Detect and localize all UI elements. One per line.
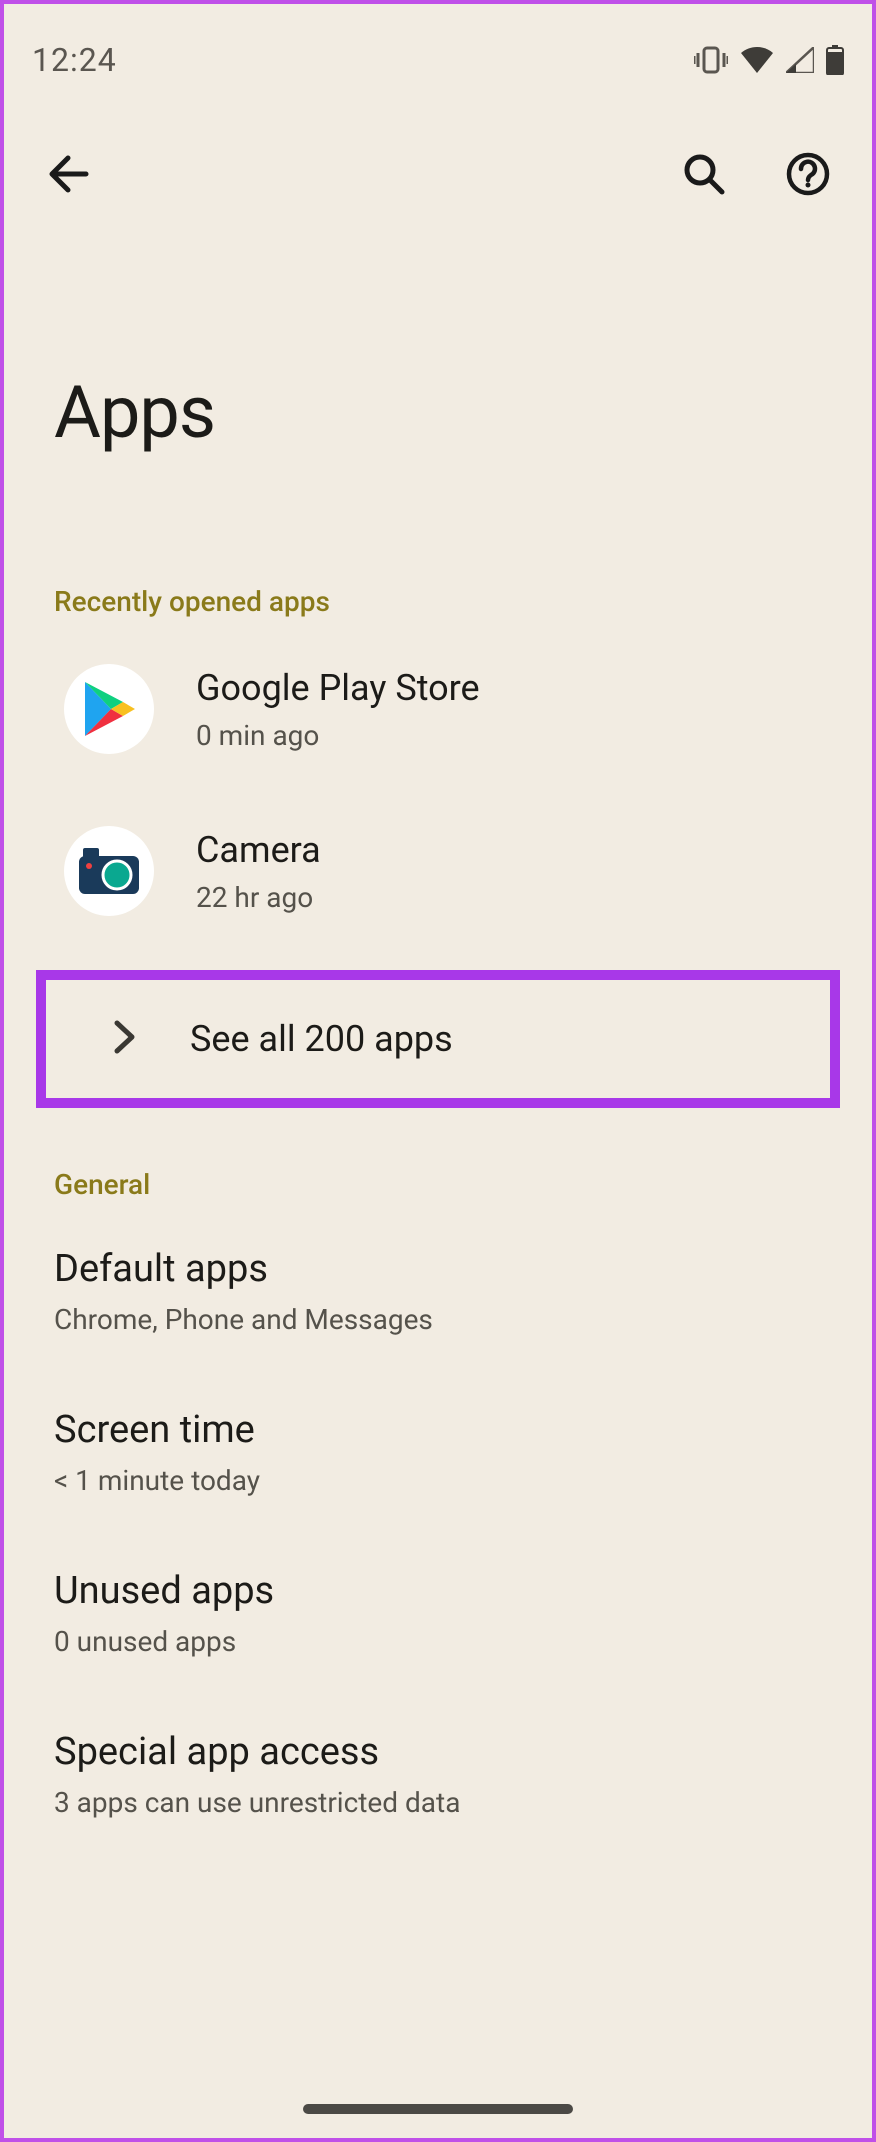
wifi-icon	[740, 47, 774, 73]
signal-icon	[786, 47, 814, 73]
recent-app-camera[interactable]: Camera 22 hr ago	[0, 790, 876, 952]
setting-unused-apps[interactable]: Unused apps 0 unused apps	[0, 1533, 876, 1694]
setting-subtitle: 0 unused apps	[54, 1625, 822, 1658]
camera-icon	[64, 826, 154, 916]
setting-special-app-access[interactable]: Special app access 3 apps can use unrest…	[0, 1694, 876, 1855]
recent-app-name: Camera	[196, 829, 321, 871]
status-bar: 12:24	[0, 0, 876, 100]
play-store-icon	[64, 664, 154, 754]
toolbar	[0, 100, 876, 220]
recent-app-subtitle: 0 min ago	[196, 719, 480, 752]
see-all-apps[interactable]: See all 200 apps	[36, 970, 840, 1108]
back-button[interactable]	[40, 147, 96, 203]
recent-app-name: Google Play Store	[196, 667, 480, 709]
search-icon	[682, 152, 726, 199]
setting-title: Unused apps	[54, 1569, 822, 1613]
section-recent-header: Recently opened apps	[0, 505, 876, 628]
section-general-header: General	[0, 1138, 876, 1211]
help-button[interactable]	[780, 147, 836, 203]
see-all-label: See all 200 apps	[190, 1018, 453, 1060]
page-title: Apps	[0, 220, 876, 505]
status-icons	[694, 45, 844, 75]
help-icon	[786, 152, 830, 199]
recent-app-subtitle: 22 hr ago	[196, 881, 321, 914]
battery-icon	[826, 45, 844, 75]
setting-subtitle: 3 apps can use unrestricted data	[54, 1786, 822, 1819]
setting-subtitle: < 1 minute today	[54, 1464, 822, 1497]
search-button[interactable]	[676, 147, 732, 203]
setting-screen-time[interactable]: Screen time < 1 minute today	[0, 1372, 876, 1533]
status-time: 12:24	[32, 41, 117, 79]
setting-title: Screen time	[54, 1408, 822, 1452]
vibrate-icon	[694, 46, 728, 74]
nav-handle[interactable]	[303, 2104, 573, 2114]
chevron-right-icon	[114, 1020, 136, 1058]
arrow-back-icon	[46, 152, 90, 199]
setting-title: Special app access	[54, 1730, 822, 1774]
setting-default-apps[interactable]: Default apps Chrome, Phone and Messages	[0, 1211, 876, 1372]
setting-title: Default apps	[54, 1247, 822, 1291]
setting-subtitle: Chrome, Phone and Messages	[54, 1303, 822, 1336]
recent-app-play-store[interactable]: Google Play Store 0 min ago	[0, 628, 876, 790]
